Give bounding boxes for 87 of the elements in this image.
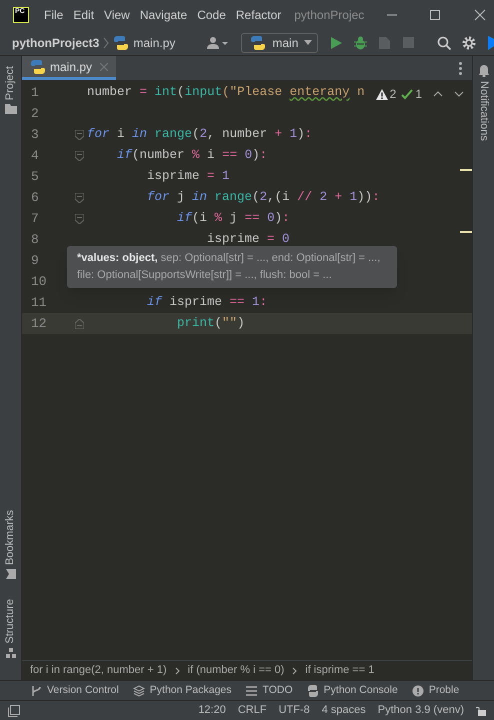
project-breadcrumb[interactable]: pythonProject3 [12, 34, 100, 52]
structure-tool-tab[interactable]: Structure [2, 599, 19, 644]
line-number: 12 [30, 314, 48, 333]
file-breadcrumb[interactable]: main.py [113, 34, 176, 52]
warning-icon [376, 88, 388, 100]
code-line: isprime = 1 [146, 168, 230, 186]
folder-icon[interactable] [4, 104, 16, 114]
code-line: print("") [176, 315, 245, 332]
line-number: 4 [30, 146, 40, 165]
tool-window-button[interactable]: TODO [246, 682, 293, 698]
status-item[interactable]: 12:20 [198, 702, 226, 719]
menu-item[interactable]: Edit [73, 6, 94, 24]
parameter-info-tooltip: *values: object, sep: Optional[str] = ..., end: Optional[str] = ..., file: Optional[SupportsWrite[str]] = ..., flush: bool = ... [67, 246, 397, 288]
python-icon [250, 34, 266, 50]
status-item[interactable]: Python 3.9 (venv) [378, 702, 464, 719]
notifications-tool-tab[interactable]: Notifications [475, 81, 492, 141]
fold-marker-icon[interactable] [75, 214, 84, 224]
structure-icon[interactable] [6, 648, 16, 658]
fold-marker-icon[interactable] [75, 130, 84, 140]
tool-window-button[interactable]: Proble [412, 682, 460, 698]
menu-item[interactable]: View [104, 6, 130, 24]
chevron-right-icon [103, 36, 110, 48]
tool-window-button[interactable]: Python Console [306, 682, 398, 698]
tool-window-button[interactable]: Version Control [30, 682, 119, 698]
chevron-up-icon[interactable] [433, 91, 443, 97]
settings-icon[interactable] [462, 36, 476, 50]
typos-indicator[interactable]: 1 [401, 85, 422, 103]
line-number: 10 [30, 272, 48, 291]
code-line: if isprime == 1: [146, 294, 268, 312]
project-tool-tab[interactable]: Project [2, 66, 19, 100]
chevron-down-icon[interactable] [454, 91, 464, 97]
menu-item[interactable]: File [44, 6, 64, 24]
code-line: number = int(input("Please enterany n [87, 84, 365, 102]
chevron-right-icon [292, 666, 298, 674]
caret-icon [304, 40, 312, 45]
line-number: 11 [30, 294, 48, 312]
line-number: 3 [30, 126, 40, 144]
layers-icon [132, 684, 145, 696]
fold-marker-icon[interactable] [75, 318, 84, 328]
code-line: for i in range(2, number + 1): [87, 126, 312, 144]
breadcrumb-item[interactable]: if isprime == 1 [305, 662, 374, 679]
line-number: 2 [30, 104, 40, 123]
line-number: 6 [30, 188, 40, 207]
chevron-right-icon [174, 666, 180, 674]
alert-circle-icon [412, 684, 424, 696]
window-title: pythonProjec [294, 7, 364, 24]
line-number: 5 [30, 168, 40, 186]
fold-marker-icon[interactable] [75, 150, 84, 160]
code-line: for j in range(2,(i // 2 + 1)): [146, 189, 380, 206]
python-file-icon [113, 34, 130, 50]
warnings-indicator[interactable]: 2 [376, 85, 396, 103]
code-line: isprime = 0 [206, 231, 290, 248]
close-icon[interactable] [474, 9, 486, 21]
line-number: 8 [30, 230, 40, 249]
bell-icon[interactable] [478, 65, 488, 77]
python-file-icon [30, 58, 46, 74]
bookmarks-tool-tab[interactable]: Bookmarks [2, 510, 19, 566]
bug-icon[interactable] [354, 36, 368, 50]
check-icon [401, 88, 414, 100]
breadcrumb-item[interactable]: if (number % i == 0) [188, 662, 284, 679]
line-number: 9 [30, 252, 40, 270]
lock-icon[interactable] [476, 706, 486, 716]
tool-window-button[interactable]: Python Packages [132, 682, 232, 698]
list-icon [246, 684, 258, 696]
panel-toggle-icon[interactable] [8, 704, 20, 716]
run-configuration-dropdown[interactable]: main [241, 32, 318, 52]
menu-item[interactable]: Refactor [236, 6, 282, 24]
more-options-icon[interactable] [459, 62, 462, 74]
python-icon [306, 684, 319, 696]
line-number: 1 [30, 84, 40, 102]
run-icon[interactable] [331, 36, 342, 48]
menu-item[interactable]: Navigate [140, 6, 188, 24]
status-item[interactable]: CRLF [238, 702, 267, 719]
status-item[interactable]: 4 spaces [322, 702, 366, 719]
code-line: if(i % j == 0): [176, 210, 290, 228]
line-number: 7 [30, 210, 40, 228]
bookmark-icon[interactable] [6, 569, 16, 580]
file-tab[interactable]: main.py [22, 56, 116, 80]
maximize-icon[interactable] [429, 9, 442, 21]
fold-marker-icon[interactable] [75, 192, 84, 202]
search-icon[interactable] [437, 36, 452, 50]
user-dropdown-icon[interactable] [207, 36, 230, 50]
code-line: if(number % i == 0): [116, 147, 268, 164]
status-item[interactable]: UTF-8 [278, 702, 310, 719]
branch-icon [30, 684, 42, 696]
menu-item[interactable]: Code [197, 6, 226, 24]
breadcrumb-item[interactable]: for i in range(2, number + 1) [30, 662, 167, 679]
